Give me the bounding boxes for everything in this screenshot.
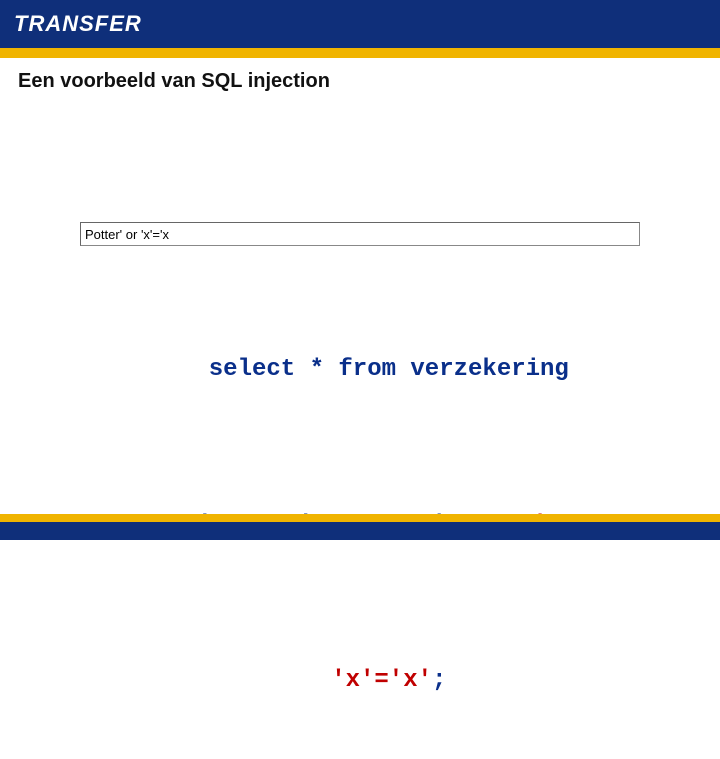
sql-query-display: select * from verzekering where achterna… <box>80 260 640 759</box>
lastname-input[interactable] <box>80 222 640 246</box>
sql-text: select * from verzekering <box>209 356 569 383</box>
slide-title: Een voorbeeld van SQL injection <box>0 58 720 93</box>
sql-injected-text: 'x'='x' <box>331 667 432 694</box>
header-bar: TRANSFER <box>0 0 720 48</box>
sql-text: ; <box>432 667 446 694</box>
footer-bar <box>0 522 720 540</box>
sql-line-3: 'x'='x'; <box>80 634 640 728</box>
footer-accent-band <box>0 514 720 522</box>
header-accent-band <box>0 48 720 58</box>
logo-text: TRANSFER <box>14 11 142 37</box>
search-input-row <box>80 222 640 246</box>
sql-line-1: select * from verzekering <box>80 322 640 416</box>
